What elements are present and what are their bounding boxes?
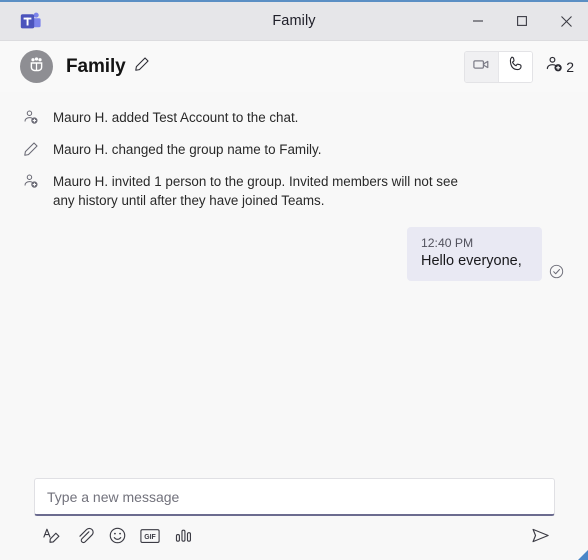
- teams-chat-window: Family Family 2 Mauro H. added Test Acco…: [0, 0, 588, 560]
- composer: GIF: [0, 478, 588, 560]
- system-message: Mauro H. added Test Account to the chat.: [20, 108, 568, 127]
- chat-header: Family 2: [0, 41, 588, 92]
- person-add-icon: [20, 109, 42, 126]
- poll-icon: [174, 526, 193, 550]
- teams-logo-icon: [20, 11, 41, 32]
- edit-chat-name-button[interactable]: [134, 56, 150, 77]
- message-row-outgoing: 12:40 PM Hello everyone,: [20, 227, 568, 281]
- person-add-icon: [20, 173, 42, 190]
- message-input-wrapper[interactable]: [34, 478, 555, 516]
- audio-call-button[interactable]: [498, 51, 533, 82]
- video-camera-icon: [472, 55, 491, 79]
- system-message-text: Mauro H. added Test Account to the chat.: [53, 110, 299, 125]
- title-bar: Family: [0, 2, 588, 41]
- resize-grip[interactable]: [572, 546, 588, 560]
- minimize-button[interactable]: [456, 2, 500, 40]
- minimize-icon: [472, 15, 484, 27]
- video-call-button[interactable]: [465, 51, 499, 82]
- close-button[interactable]: [544, 2, 588, 40]
- composer-toolbar: GIF: [34, 516, 555, 560]
- svg-text:GIF: GIF: [144, 534, 155, 541]
- sent-check-icon: [549, 264, 564, 279]
- maximize-icon: [516, 15, 528, 27]
- message-text: Hello everyone,: [421, 253, 522, 269]
- call-button-group: [464, 50, 534, 83]
- message-input[interactable]: [35, 479, 554, 514]
- header-actions: 2: [464, 50, 574, 83]
- system-message-text: Mauro H. changed the group name to Famil…: [53, 142, 322, 157]
- format-text-button[interactable]: [36, 523, 66, 553]
- send-button[interactable]: [525, 523, 555, 553]
- gif-button[interactable]: GIF: [135, 523, 165, 553]
- send-arrow-icon: [530, 525, 551, 551]
- emoji-button[interactable]: [102, 523, 132, 553]
- emoji-icon: [108, 526, 127, 550]
- maximize-button[interactable]: [500, 2, 544, 40]
- phone-icon: [507, 55, 525, 78]
- attach-file-button[interactable]: [69, 523, 99, 553]
- pencil-icon: [20, 141, 42, 157]
- people-count: 2: [566, 58, 574, 75]
- pencil-icon: [134, 56, 150, 77]
- message-list[interactable]: Mauro H. added Test Account to the chat.…: [0, 92, 588, 478]
- add-people-button[interactable]: 2: [545, 55, 574, 79]
- message-bubble[interactable]: 12:40 PM Hello everyone,: [407, 227, 542, 281]
- message-timestamp: 12:40 PM: [421, 236, 474, 250]
- format-text-icon: [42, 526, 61, 550]
- person-add-icon: [545, 55, 565, 79]
- system-message: Mauro H. changed the group name to Famil…: [20, 140, 568, 159]
- window-controls: [456, 2, 588, 40]
- gif-icon: GIF: [140, 528, 160, 549]
- chat-title: Family: [66, 55, 126, 77]
- system-message-text: Mauro H. invited 1 person to the group. …: [53, 174, 458, 208]
- poll-button[interactable]: [168, 523, 198, 553]
- close-icon: [560, 15, 573, 28]
- attach-file-icon: [75, 526, 94, 550]
- group-people-icon: [27, 55, 46, 79]
- system-message: Mauro H. invited 1 person to the group. …: [20, 172, 568, 210]
- avatar[interactable]: [20, 50, 53, 83]
